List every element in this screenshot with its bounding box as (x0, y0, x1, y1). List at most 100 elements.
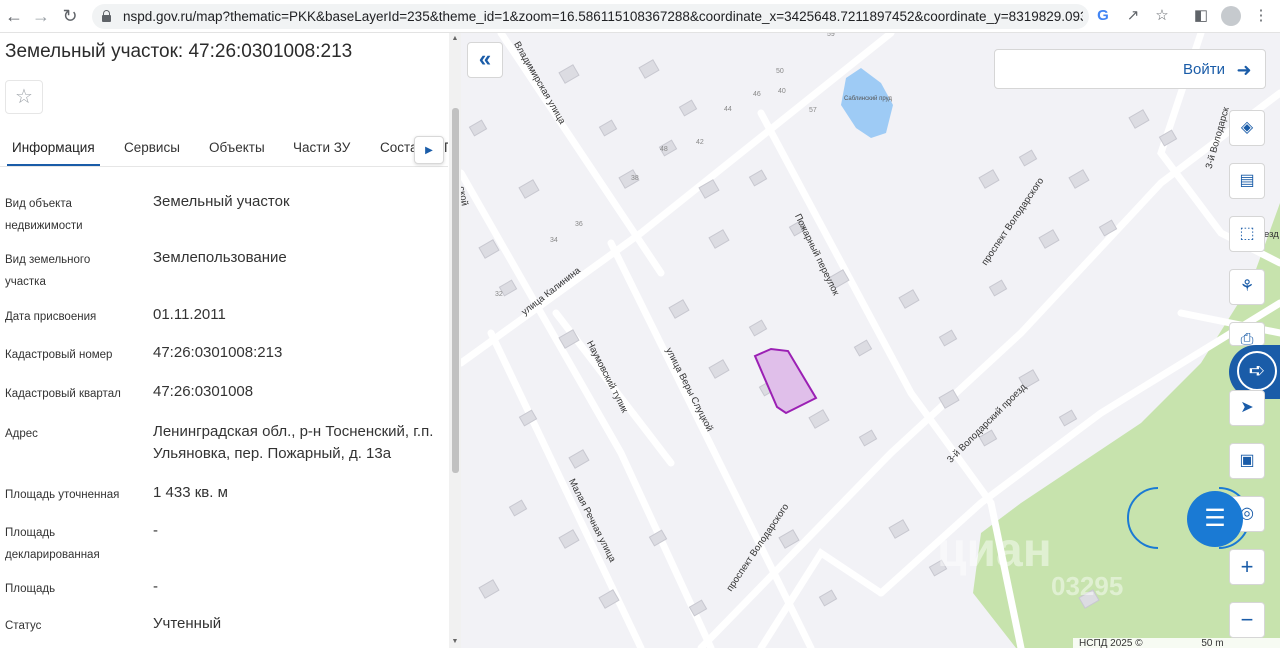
road-very-slutskoy (607, 239, 815, 648)
tab-information[interactable]: Информация (7, 140, 100, 166)
house-number: 57 (809, 107, 817, 114)
house-number: 32 (495, 291, 503, 298)
minus-icon: − (1240, 607, 1254, 632)
tab-services[interactable]: Сервисы (124, 140, 180, 155)
property-row: Вид земельного участка Землепользование (5, 249, 445, 294)
select-area-button[interactable]: ⬚ (1229, 216, 1265, 252)
house-number: 46 (753, 91, 761, 98)
reload-icon[interactable]: ↻ (59, 5, 81, 27)
caret-right-icon: ▶ (425, 145, 433, 156)
share-button[interactable]: ⚘ (1229, 269, 1265, 305)
property-value: - (153, 578, 158, 595)
scroll-up-icon[interactable]: ▲ (451, 35, 459, 42)
minimap-button[interactable]: ▣ (1229, 443, 1265, 479)
house-number: 36 (575, 221, 583, 228)
property-value: 47:26:0301008:213 (153, 344, 283, 361)
property-row: Вид объекта недвижимости Земельный участ… (5, 193, 445, 238)
menu-kebab-icon[interactable]: ⋮ (1250, 5, 1272, 27)
login-button[interactable]: Войти ➜ (994, 49, 1266, 89)
cadastral-map[interactable]: 59 50 48 46 44 42 40 38 36 34 32 57 улиц… (461, 33, 1280, 648)
login-label: Войти (1183, 61, 1225, 78)
scale-label: 50 m (1201, 638, 1224, 648)
road-left (461, 169, 715, 648)
bookmark-star-icon[interactable]: ☆ (1151, 5, 1173, 27)
property-label: Дата присвоения (5, 311, 97, 323)
tab-composition[interactable]: Соста (380, 140, 418, 155)
pond-label: Саблинский пруд (844, 96, 892, 102)
object-info-panel: Земельный участок: 47:26:0301008:213 ☆ И… (0, 33, 461, 648)
house-number: 59 (827, 33, 835, 38)
double-chevron-left-icon: « (478, 46, 492, 71)
chat-button[interactable]: ☰ (1187, 491, 1243, 547)
property-value: 47:26:0301008 (153, 383, 254, 400)
layers-icon: ◈ (1240, 119, 1254, 136)
address-value: Ленинградская обл., р-н Тосненский, г.п.… (153, 423, 434, 462)
house-number: 42 (696, 139, 704, 146)
favorite-button[interactable]: ☆ (5, 80, 43, 114)
scroll-down-icon[interactable]: ▼ (451, 638, 459, 645)
property-row: Кадастровый номер 47:26:0301008:213 (5, 344, 445, 368)
forward-icon[interactable]: → (30, 5, 52, 27)
house-number: 50 (776, 68, 784, 75)
watermark: циан (937, 524, 1052, 577)
star-icon: ☆ (15, 86, 33, 108)
house-number: 38 (631, 175, 639, 182)
map-canvas[interactable] (461, 33, 1280, 648)
collapse-panel-button[interactable]: « (467, 42, 503, 78)
profile-avatar[interactable] (1221, 6, 1241, 26)
zoom-in-button[interactable]: + (1229, 549, 1265, 585)
house-number: 34 (550, 237, 558, 244)
tab-bar: Информация Сервисы Объекты Части ЗУ Сост… (0, 133, 448, 167)
navigation-arrow-icon: ➤ (1240, 399, 1254, 416)
print-button[interactable]: ⎙ (1229, 322, 1265, 348)
back-icon[interactable]: ← (3, 5, 25, 27)
property-value: Земельный участок (153, 193, 290, 210)
property-value: 01.11.2011 (153, 306, 226, 323)
property-label: Площадь (5, 583, 56, 595)
copyright-text: НСПД 2025 © (1079, 638, 1143, 648)
minimap-icon: ▣ (1239, 452, 1255, 469)
ruler-icon: ▤ (1239, 172, 1255, 189)
property-label: Вид земельного участка (5, 254, 91, 288)
watermark-code: 03295 (1051, 571, 1124, 601)
login-arrow-icon: ➜ (1236, 60, 1252, 80)
property-label: Статус (5, 620, 42, 632)
property-label: Площадь декларированная (5, 527, 100, 561)
property-label: Площадь уточненная (5, 489, 120, 501)
property-row: Площадь уточненная 1 433 кв. м (5, 484, 445, 508)
property-row: Адрес Ленинградская обл., р-н Тосненский… (5, 423, 445, 473)
ruler-button[interactable]: ▤ (1229, 163, 1265, 199)
lock-icon (102, 10, 111, 22)
property-label: Кадастровый номер (5, 349, 113, 361)
layers-button[interactable]: ◈ (1229, 110, 1265, 146)
property-value: - (153, 522, 158, 539)
house-number: 48 (660, 146, 668, 153)
property-label: Адрес (5, 428, 38, 440)
property-label: Кадастровый квартал (5, 388, 121, 400)
share-page-icon[interactable]: ↗ (1122, 5, 1144, 27)
pond (841, 68, 893, 138)
property-row: Дата присвоения 01.11.2011 (5, 306, 445, 330)
gosuslugi-icon: ➪ (1237, 351, 1277, 391)
property-value: Землепользование (153, 249, 287, 266)
tab-objects[interactable]: Объекты (209, 140, 265, 155)
street-label-right-edge: езд (1264, 229, 1279, 240)
url-text[interactable]: nspd.gov.ru/map?thematic=PKK&baseLayerId… (123, 9, 1083, 24)
panel-scrollbar[interactable]: ▲ ▼ (449, 33, 461, 648)
google-icon[interactable]: G (1092, 5, 1114, 27)
scrollbar-thumb[interactable] (452, 108, 459, 473)
browser-toolbar: ← → ↻ nspd.gov.ru/map?thematic=PKK&baseL… (0, 0, 1280, 33)
selected-parcel (753, 347, 818, 415)
page-title: Земельный участок: 47:26:0301008:213 (5, 41, 353, 62)
property-row: Статус Учтенный (5, 615, 445, 639)
address-bar[interactable]: nspd.gov.ru/map?thematic=PKK&baseLayerId… (92, 4, 1089, 29)
locate-button[interactable]: ➤ (1229, 390, 1265, 426)
tab-next-hidden[interactable]: П (444, 140, 448, 155)
tab-parcel-parts[interactable]: Части ЗУ (293, 140, 350, 155)
tabs-scroll-right-button[interactable]: ▶ (414, 136, 444, 164)
side-panel-icon[interactable]: ◧ (1190, 5, 1212, 27)
share-icon: ⚘ (1239, 278, 1255, 295)
zoom-out-button[interactable]: − (1229, 602, 1265, 638)
plus-icon: + (1240, 554, 1254, 579)
map-footer: НСПД 2025 © 50 m (1073, 638, 1280, 648)
